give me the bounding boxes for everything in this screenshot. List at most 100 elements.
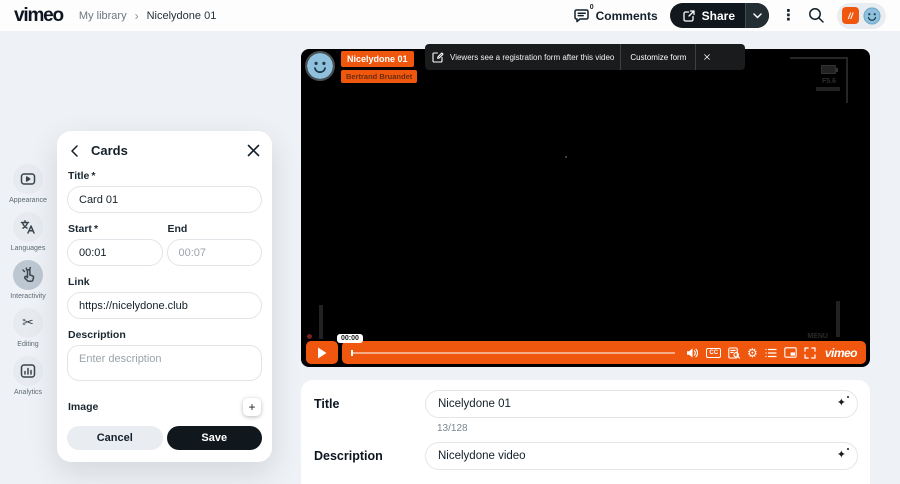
tap-interactivity-icon: [22, 267, 35, 282]
card-description-input[interactable]: [67, 345, 262, 381]
title-input-wrap: ✦: [425, 390, 858, 418]
share-button-group: Share: [669, 3, 769, 28]
video-title-input[interactable]: [425, 390, 858, 418]
camera-menu-text: MENU: [807, 333, 828, 340]
sidebar-item-editing[interactable]: ✂ Editing: [13, 308, 43, 348]
chapters-list-icon[interactable]: [765, 348, 777, 358]
card-image-label: Image: [68, 401, 99, 413]
breadcrumb-current-video: Nicelydone 01: [146, 9, 217, 22]
time-inputs-row: [67, 239, 262, 266]
description-input-wrap: ✦: [425, 442, 858, 470]
card-link-input[interactable]: [67, 292, 262, 319]
picture-in-picture-icon[interactable]: [784, 347, 797, 358]
settings-gear-icon[interactable]: ⚙: [747, 347, 758, 359]
add-image-button[interactable]: +: [243, 398, 261, 416]
play-button[interactable]: [306, 341, 338, 364]
captions-button[interactable]: CC: [706, 347, 722, 358]
tools-sidebar: Appearance Languages Interactivity ✂ Edi…: [0, 164, 56, 396]
player-appearance-icon: [20, 173, 36, 185]
sidebar-item-languages[interactable]: Languages: [11, 212, 45, 252]
account-extension-pill: //: [837, 2, 886, 29]
sidebar-item-appearance[interactable]: Appearance: [9, 164, 47, 204]
breadcrumb: My library › Nicelydone 01: [79, 10, 216, 22]
required-asterisk: *: [91, 170, 96, 182]
share-button[interactable]: Share: [670, 3, 745, 28]
sidebar-item-analytics[interactable]: Analytics: [13, 356, 43, 396]
comments-button[interactable]: 0 Comments: [573, 4, 658, 23]
control-icons: CC ⚙ vimeo: [686, 345, 858, 360]
card-end-input[interactable]: [166, 239, 262, 266]
comment-bubble-icon: 0: [573, 4, 594, 23]
fullscreen-icon[interactable]: [804, 346, 816, 359]
camera-ui-bar: [319, 305, 323, 339]
card-image-row: Image +: [67, 398, 262, 416]
form-edit-icon: [432, 52, 444, 63]
back-chevron-icon[interactable]: [69, 144, 81, 157]
camera-ui-bar: [836, 301, 840, 337]
time-labels-row: Start * End: [67, 213, 262, 239]
chevron-right-icon: ›: [134, 8, 139, 23]
seek-bar[interactable]: [351, 349, 676, 356]
user-avatar[interactable]: [863, 7, 881, 25]
card-link-label: Link: [68, 276, 90, 288]
banner-message: Viewers see a registration form after th…: [450, 52, 615, 62]
card-title-input[interactable]: [67, 186, 262, 213]
scissors-icon: ✂: [13, 308, 43, 338]
video-details-card: Title ✦ 13/128 Description ✦: [301, 380, 870, 484]
banner-close-icon[interactable]: [702, 52, 712, 62]
cards-panel-header: Cards: [67, 143, 262, 160]
card-start-label: Start *: [68, 223, 99, 235]
seek-time-tooltip: 00:00: [337, 334, 363, 343]
share-label: Share: [701, 8, 735, 23]
video-player[interactable]: Nicelydone 01 Bertrand Bruandet Viewers …: [301, 44, 870, 367]
overlay-title-chip: Nicelydone 01: [341, 51, 414, 67]
bar-chart-icon: [20, 364, 36, 378]
customize-form-button[interactable]: Customize form: [627, 53, 689, 62]
vimeo-player-logo: vimeo: [824, 345, 858, 360]
description-row: Description ✦: [314, 442, 858, 470]
share-dropdown-button[interactable]: [745, 3, 769, 28]
share-link-icon: [682, 9, 695, 22]
details-title-label: Title: [314, 397, 340, 411]
aperture-readout: F5.6: [821, 78, 836, 85]
camera-frame-corner: F5.6: [790, 57, 848, 103]
sidebar-item-interactivity[interactable]: Interactivity: [10, 260, 46, 300]
webcam-avatar: [305, 51, 335, 81]
extension-icon[interactable]: //: [842, 7, 859, 24]
title-row: Title ✦: [314, 390, 858, 418]
registration-form-banner: Viewers see a registration form after th…: [425, 44, 745, 70]
sidebar-label: Editing: [17, 341, 39, 348]
cards-panel: Cards Title* Start* End Link Description…: [57, 131, 272, 462]
sidebar-label: Appearance: [9, 197, 47, 204]
save-button[interactable]: Save: [166, 426, 262, 450]
volume-icon[interactable]: [686, 347, 699, 359]
camera-readout: [816, 87, 840, 91]
title-char-counter: 13/128: [437, 423, 468, 434]
transcript-search-icon[interactable]: [728, 346, 740, 359]
cards-panel-title: Cards: [91, 143, 128, 158]
video-description-input[interactable]: [425, 442, 858, 470]
video-overlay-chips: Nicelydone 01 Bertrand Bruandet: [341, 51, 418, 83]
sidebar-label: Analytics: [13, 389, 42, 396]
comments-label: Comments: [595, 8, 658, 23]
more-options-button[interactable]: ⋮: [781, 8, 796, 23]
divider: [695, 44, 697, 70]
record-indicator: [307, 334, 312, 339]
battery-icon: [821, 65, 838, 74]
control-bar: CC ⚙ vimeo: [342, 341, 866, 364]
ai-sparkle-icon[interactable]: ✦: [837, 448, 850, 460]
card-start-input[interactable]: [67, 239, 163, 266]
topbar-actions: 0 Comments Share ⋮ //: [573, 2, 886, 29]
breadcrumb-my-library[interactable]: My library: [79, 10, 127, 22]
card-title-label: Title *: [68, 170, 96, 182]
overlay-author-chip: Bertrand Bruandet: [341, 70, 418, 83]
divider: [620, 44, 622, 70]
search-icon[interactable]: [808, 7, 825, 24]
cards-panel-buttons: Cancel Save: [67, 426, 262, 450]
focus-dot: [565, 156, 567, 158]
ai-sparkle-icon[interactable]: ✦: [837, 396, 850, 408]
vimeo-logo[interactable]: vimeo: [14, 5, 64, 27]
close-icon[interactable]: [247, 144, 260, 157]
chevron-down-icon: [753, 12, 762, 18]
cancel-button[interactable]: Cancel: [67, 426, 163, 450]
